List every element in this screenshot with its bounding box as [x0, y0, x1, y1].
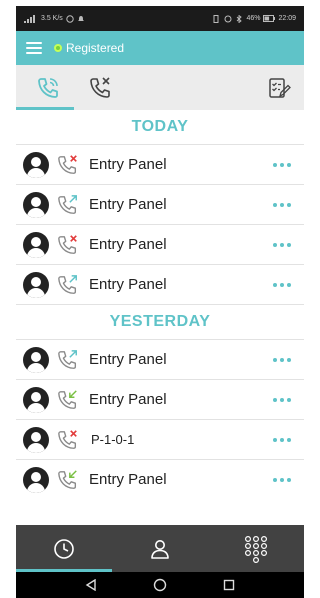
dialpad-dot — [261, 549, 268, 556]
phone-icon — [38, 77, 58, 98]
call-row[interactable]: P-1-0-1 — [16, 419, 304, 459]
dialpad-dot — [253, 542, 260, 549]
battery-icon — [263, 15, 276, 22]
missed-call-icon — [90, 76, 110, 98]
dialpad-dot — [244, 535, 252, 542]
tab-missed-calls[interactable] — [74, 65, 126, 110]
avatar-icon — [23, 151, 49, 178]
more-options-button[interactable] — [270, 350, 294, 370]
incoming-call-icon — [58, 469, 77, 489]
tab-all-calls[interactable] — [22, 65, 74, 110]
dialpad-dot — [244, 549, 252, 556]
avatar-icon — [23, 231, 49, 258]
more-options-button[interactable] — [270, 275, 294, 295]
call-row[interactable]: Entry Panel — [16, 144, 304, 184]
dialpad-dot — [253, 549, 260, 556]
outgoing-call-icon — [58, 194, 77, 214]
avatar-icon — [23, 346, 49, 373]
missed-call-icon — [58, 234, 77, 254]
avatar-icon — [23, 426, 49, 453]
call-history-list[interactable]: TODAY Entry Panel Entry Panel Entry Panel E… — [16, 110, 304, 526]
caller-name: Entry Panel — [89, 156, 167, 173]
whatsapp-icon — [66, 14, 74, 23]
bottom-navigation — [16, 525, 304, 572]
alarm-icon — [224, 15, 232, 22]
recent-apps-button[interactable] — [219, 575, 239, 595]
call-row[interactable]: Entry Panel — [16, 224, 304, 264]
vibrate-icon — [213, 14, 219, 23]
missed-call-icon — [58, 429, 77, 449]
caller-name: Entry Panel — [89, 276, 167, 293]
dialpad-dot — [244, 542, 252, 549]
nav-contacts[interactable] — [112, 525, 208, 572]
call-row[interactable]: Entry Panel — [16, 184, 304, 224]
dialpad-icon — [244, 535, 268, 563]
signal-icon — [24, 14, 35, 23]
call-row[interactable]: Entry Panel — [16, 339, 304, 379]
more-options-button[interactable] — [270, 430, 294, 450]
registration-status: Registered — [54, 41, 124, 55]
nav-recents[interactable] — [16, 525, 112, 572]
caller-name: Entry Panel — [89, 351, 167, 368]
home-circle-icon — [153, 578, 167, 592]
menu-icon[interactable] — [26, 42, 42, 54]
status-bar: 3.5 K/s 46% 22:09 — [16, 6, 304, 31]
more-options-button[interactable] — [270, 470, 294, 490]
more-options-button[interactable] — [270, 390, 294, 410]
call-filter-tabs — [16, 65, 304, 110]
dialpad-dot — [261, 542, 268, 549]
outgoing-call-icon — [58, 274, 77, 294]
avatar-icon — [23, 271, 49, 298]
person-icon — [151, 539, 169, 559]
notification-icon — [77, 15, 84, 21]
back-button[interactable] — [81, 575, 101, 595]
back-triangle-icon — [85, 579, 96, 591]
more-options-button[interactable] — [270, 235, 294, 255]
incoming-call-icon — [58, 389, 77, 409]
section-header-yesterday: YESTERDAY — [16, 304, 304, 339]
registration-label: Registered — [66, 41, 125, 55]
call-row[interactable]: Entry Panel — [16, 379, 304, 419]
caller-name: Entry Panel — [89, 196, 167, 213]
home-button[interactable] — [150, 575, 170, 595]
caller-name: Entry Panel — [89, 236, 167, 253]
caller-name: Entry Panel — [89, 471, 167, 488]
avatar-icon — [23, 466, 49, 493]
outgoing-call-icon — [58, 349, 77, 369]
clock-icon — [54, 538, 74, 559]
clock-time: 22:09 — [278, 15, 296, 22]
app-header: Registered — [16, 31, 304, 65]
system-navigation-bar — [16, 572, 304, 598]
edit-list-button[interactable] — [266, 75, 292, 101]
avatar-icon — [23, 386, 49, 413]
checklist-edit-icon — [269, 78, 291, 98]
square-icon — [224, 579, 235, 591]
status-dot-icon — [54, 44, 62, 52]
dialpad-dot — [253, 556, 259, 563]
more-options-button[interactable] — [270, 155, 294, 175]
phone-screen: 3.5 K/s 46% 22:09 Registered TODAY Entry… — [16, 6, 304, 598]
call-row[interactable]: Entry Panel — [16, 264, 304, 304]
avatar-icon — [23, 191, 49, 218]
bluetooth-icon — [237, 14, 243, 23]
missed-call-icon — [58, 154, 77, 174]
caller-name: Entry Panel — [89, 391, 167, 408]
call-row[interactable]: Entry Panel — [16, 459, 304, 499]
section-header-today: TODAY — [131, 118, 189, 135]
network-speed: 3.5 K/s — [41, 15, 63, 22]
more-options-button[interactable] — [270, 195, 294, 215]
battery-percent: 46% — [246, 15, 261, 22]
nav-dialpad[interactable] — [208, 525, 304, 572]
caller-name: P-1-0-1 — [91, 432, 135, 447]
dialpad-dot — [261, 535, 268, 542]
dialpad-dot — [253, 535, 260, 542]
